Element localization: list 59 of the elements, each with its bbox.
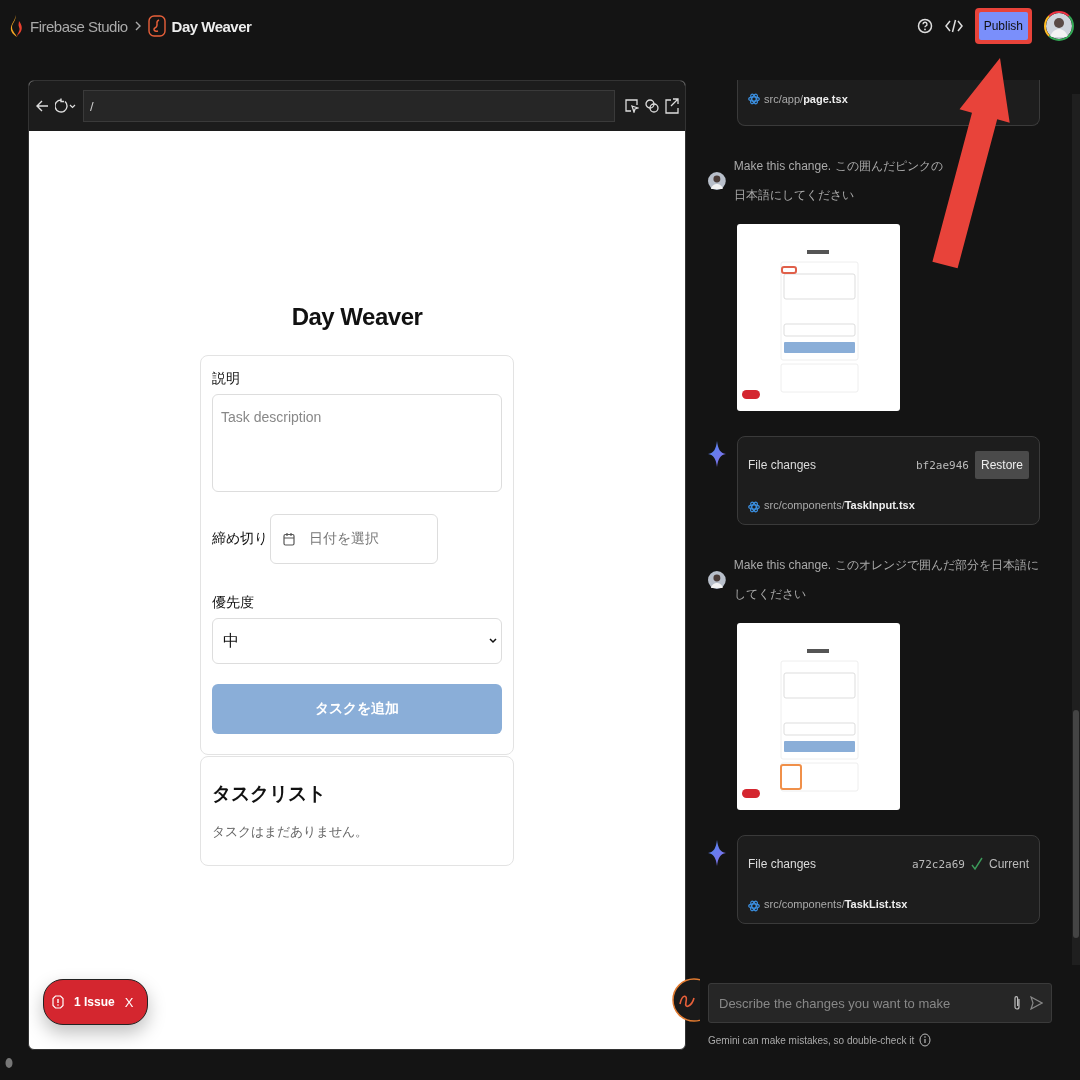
restore-button[interactable]: Restore xyxy=(974,451,1029,479)
calendar-icon xyxy=(283,532,295,546)
send-icon[interactable] xyxy=(1029,996,1043,1010)
empty-message: タスクはまだありません。 xyxy=(212,823,369,841)
scrollbar-thumb[interactable] xyxy=(1073,710,1079,938)
url-field[interactable]: / xyxy=(83,90,615,122)
avatar xyxy=(708,571,726,589)
sparkle-icon xyxy=(708,840,726,866)
prompt-field[interactable]: Describe the changes you want to make xyxy=(708,983,1052,1023)
sparkle-icon xyxy=(708,441,726,467)
help-icon[interactable] xyxy=(916,18,933,34)
reload-icon[interactable] xyxy=(55,98,77,114)
commit-hash: bf2ae946 xyxy=(916,458,969,472)
commit-hash: a72c2a69 xyxy=(912,857,965,871)
avatar[interactable] xyxy=(1044,11,1074,41)
card-title: File changes xyxy=(748,857,817,871)
message-text: Make this change. このオレンジで囲んだ部分を日本語にしてください xyxy=(733,558,1039,601)
prompt-placeholder: Describe the changes you want to make xyxy=(719,995,952,1011)
react-atom-icon xyxy=(748,899,760,913)
issue-count: 1 Issue xyxy=(74,995,115,1009)
description-label: 説明 xyxy=(212,370,241,388)
code-icon[interactable] xyxy=(944,19,963,33)
scrollbar[interactable] xyxy=(1072,94,1080,965)
overlap-circles-icon[interactable] xyxy=(645,99,659,113)
chevron-down-icon xyxy=(489,638,497,644)
status-dot-icon xyxy=(5,1058,13,1068)
current-status: Current xyxy=(989,857,1029,871)
issue-badge[interactable]: 1 Issue X xyxy=(43,979,149,1025)
alert-icon xyxy=(52,995,64,1009)
message-text: 日本語にしてください xyxy=(733,187,855,204)
card-title: File changes xyxy=(748,458,817,472)
task-list-title: タスクリスト xyxy=(212,782,327,806)
react-atom-icon xyxy=(748,500,760,514)
message-text: Make this change. この囲んだピンクの xyxy=(733,159,943,173)
paperclip-icon[interactable] xyxy=(1013,995,1021,1011)
file-path[interactable]: src/components/TaskInput.tsx xyxy=(764,498,915,511)
back-arrow-icon[interactable] xyxy=(35,99,49,113)
info-icon[interactable] xyxy=(919,1033,932,1047)
file-path[interactable]: src/app/page.tsx xyxy=(764,93,848,105)
date-placeholder: 日付を選択 xyxy=(309,530,379,548)
disclaimer-text: Gemini can make mistakes, so double-check it xyxy=(708,1034,915,1046)
avatar xyxy=(708,172,726,190)
close-issue[interactable]: X xyxy=(124,994,134,1010)
select-element-icon[interactable] xyxy=(625,99,639,113)
date-picker-field[interactable]: 日付を選択 xyxy=(270,514,438,564)
product-name[interactable]: Firebase Studio xyxy=(30,17,128,35)
description-field[interactable]: Task description xyxy=(212,394,502,492)
app-logo-button[interactable] xyxy=(672,978,700,1022)
file-path[interactable]: src/components/TaskList.tsx xyxy=(764,897,908,910)
react-atom-icon xyxy=(748,92,760,106)
project-name[interactable]: Day Weaver xyxy=(171,17,252,35)
priority-label: 優先度 xyxy=(212,594,255,612)
chevron-icon xyxy=(133,21,142,31)
app-title: Day Weaver xyxy=(291,303,423,331)
deadline-label: 締め切り xyxy=(212,530,268,548)
project-logo-icon xyxy=(147,15,166,37)
open-external-icon[interactable] xyxy=(665,98,679,114)
publish-button[interactable]: Publish xyxy=(978,12,1028,40)
priority-select[interactable]: 中 xyxy=(212,618,502,664)
